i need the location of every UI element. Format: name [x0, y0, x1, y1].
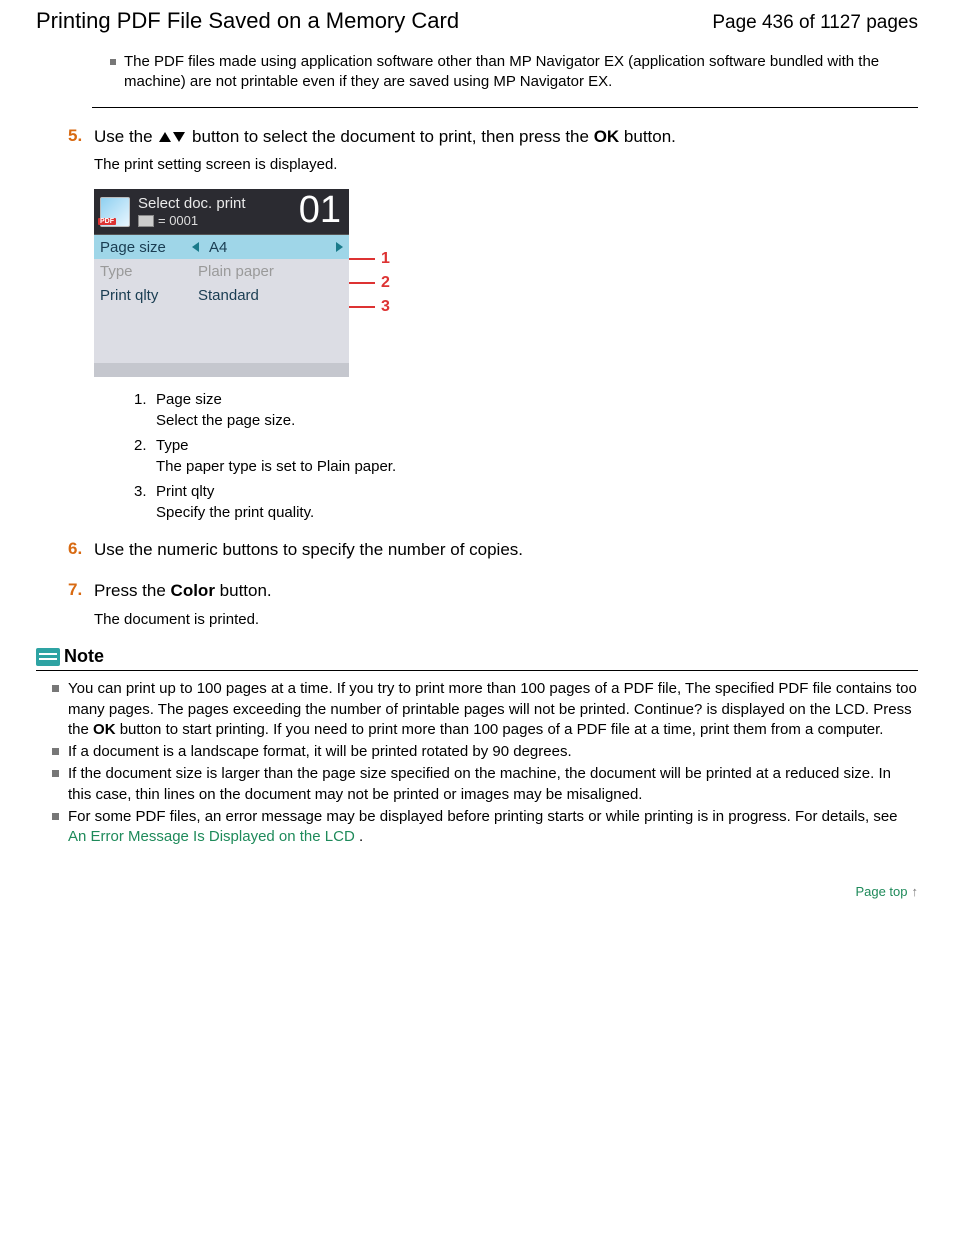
lcd-row-print-qlty: Print qlty Standard	[94, 283, 349, 307]
step-6-text: Use the numeric buttons to specify the n…	[94, 539, 918, 562]
legend-item: 1. Page size Select the page size.	[134, 391, 918, 429]
step-5-text: Use the button to select the document to…	[94, 126, 918, 149]
page-indicator: Page 436 of 1127 pages	[712, 12, 918, 34]
page-top-nav: Page top ↑	[36, 883, 918, 901]
up-arrow-icon: ↑	[912, 884, 919, 899]
ok-button-label: OK	[594, 127, 620, 146]
up-down-arrows-icon	[159, 126, 185, 149]
error-message-link[interactable]: An Error Message Is Displayed on the LCD	[68, 828, 355, 845]
note-title: Note	[64, 646, 104, 667]
step-number: 7.	[68, 580, 82, 600]
note-icon	[36, 648, 60, 666]
lcd-legend-list: 1. Page size Select the page size. 2. Ty…	[134, 391, 918, 521]
lcd-subtitle: = 0001	[138, 213, 246, 228]
lcd-screenshot: Select doc. print = 0001 01 Page size	[94, 189, 349, 377]
page-top-link[interactable]: Page top	[855, 884, 907, 899]
note-item: If the document size is larger than the …	[52, 764, 918, 805]
divider	[92, 107, 918, 108]
legend-item: 3. Print qlty Specify the print quality.	[134, 483, 918, 521]
color-button-label: Color	[171, 581, 215, 600]
step-7-text: Press the Color button.	[94, 580, 918, 603]
left-arrow-icon	[192, 242, 199, 252]
top-note-block: The PDF files made using application sof…	[36, 52, 918, 108]
pdf-file-icon	[100, 197, 130, 227]
ok-button-label: OK	[93, 721, 116, 738]
note-item: You can print up to 100 pages at a time.…	[52, 679, 918, 740]
note-heading: Note	[36, 646, 918, 671]
page-title: Printing PDF File Saved on a Memory Card	[36, 8, 459, 34]
step-7-subtext: The document is printed.	[94, 611, 918, 628]
note-item: For some PDF files, an error message may…	[52, 807, 918, 848]
memory-card-icon	[138, 215, 154, 227]
note-list: You can print up to 100 pages at a time.…	[36, 679, 918, 847]
page-header: Printing PDF File Saved on a Memory Card…	[36, 0, 918, 52]
lcd-row-page-size: Page size A4	[94, 235, 349, 259]
step-5: 5. Use the button to select the document…	[36, 126, 918, 522]
right-arrow-icon	[336, 242, 343, 252]
legend-item: 2. Type The paper type is set to Plain p…	[134, 437, 918, 475]
callout-1: 1	[349, 247, 390, 271]
lcd-callouts: 1 2 3	[349, 189, 390, 377]
top-note-item: The PDF files made using application sof…	[110, 52, 918, 93]
lcd-copy-count: 01	[299, 189, 341, 232]
step-7: 7. Press the Color button. The document …	[36, 580, 918, 628]
lcd-row-type: Type Plain paper	[94, 259, 349, 283]
lcd-title: Select doc. print	[138, 195, 246, 213]
note-item: If a document is a landscape format, it …	[52, 742, 918, 762]
callout-2: 2	[349, 271, 390, 295]
step-number: 6.	[68, 539, 82, 559]
callout-3: 3	[349, 295, 390, 319]
step-6: 6. Use the numeric buttons to specify th…	[36, 539, 918, 562]
step-number: 5.	[68, 126, 82, 146]
step-5-subtext: The print setting screen is displayed.	[94, 156, 918, 173]
